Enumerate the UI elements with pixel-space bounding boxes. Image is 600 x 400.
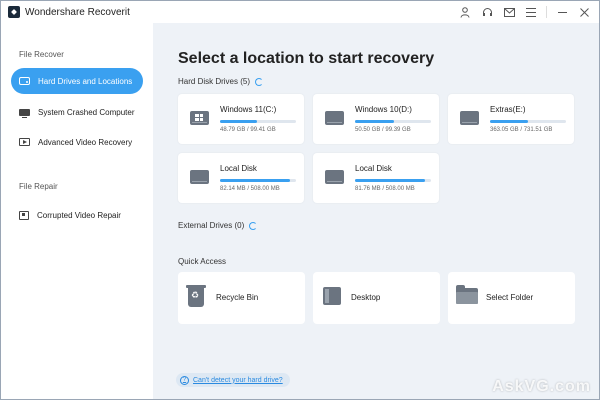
title-bar-separator <box>546 6 547 18</box>
video-icon <box>19 138 30 146</box>
folder-icon <box>456 285 478 304</box>
video-repair-icon <box>19 210 29 220</box>
drive-name: Local Disk <box>220 164 257 173</box>
sidebar-item-hard-drives[interactable]: Hard Drives and Locations <box>11 68 143 94</box>
drive-name: Windows 10(D:) <box>355 105 412 114</box>
drive-usage-bar <box>355 120 431 123</box>
hard-drive-icon <box>19 77 30 85</box>
sidebar-item-label: Corrupted Video Repair <box>37 210 121 220</box>
window-title: Wondershare Recoverit <box>25 6 130 18</box>
drive-size: 50.50 GB / 99.39 GB <box>355 127 411 133</box>
hard-drive-icon <box>460 111 479 125</box>
external-drives-label: External Drives (0) <box>178 221 245 230</box>
drive-name: Local Disk <box>355 164 392 173</box>
recycle-bin-icon <box>186 285 206 307</box>
title-bar-controls <box>454 1 595 23</box>
desktop-icon <box>323 287 341 305</box>
minimize-icon[interactable] <box>551 1 573 23</box>
monitor-icon <box>19 108 30 118</box>
recycle-bin-button[interactable]: Recycle Bin <box>178 272 305 324</box>
drive-size: 48.79 GB / 99.41 GB <box>220 127 276 133</box>
headset-icon[interactable] <box>476 1 498 23</box>
close-icon[interactable] <box>573 1 595 23</box>
sidebar-section-file-repair: File Repair <box>19 182 58 191</box>
quick-access-label-text: Recycle Bin <box>216 293 259 302</box>
mail-icon[interactable] <box>498 1 520 23</box>
drive-size: 363.05 GB / 731.51 GB <box>490 127 553 133</box>
sidebar-item-label: Advanced Video Recovery <box>38 137 133 147</box>
title-bar: Wondershare Recoverit <box>1 1 599 23</box>
sidebar-item-label: System Crashed Computer <box>38 107 135 117</box>
windows-logo-icon <box>195 114 203 121</box>
refresh-icon[interactable] <box>255 77 264 86</box>
drive-size: 82.14 MB / 508.00 MB <box>220 186 280 192</box>
quick-access-label-text: Desktop <box>351 293 381 302</box>
hard-drive-icon <box>325 111 344 125</box>
refresh-icon[interactable] <box>249 221 258 230</box>
desktop-button[interactable]: Desktop <box>313 272 440 324</box>
sidebar-item-advanced-video[interactable]: Advanced Video Recovery <box>11 129 143 155</box>
drive-card[interactable]: Local Disk 81.76 MB / 508.00 MB <box>313 153 439 203</box>
hard-drive-icon <box>190 111 209 125</box>
drive-usage-bar <box>220 120 296 123</box>
drive-card[interactable]: Windows 11(C:) 48.79 GB / 99.41 GB <box>178 94 304 144</box>
sidebar: File Recover Hard Drives and Locations S… <box>1 23 153 399</box>
app-logo-icon <box>8 6 20 18</box>
hard-disk-label: Hard Disk Drives (5) <box>178 77 251 86</box>
sidebar-section-file-recover: File Recover <box>19 50 64 59</box>
sidebar-item-label: Hard Drives and Locations <box>38 76 133 86</box>
menu-icon[interactable] <box>520 1 542 23</box>
quick-access-label-text: Select Folder <box>486 293 534 302</box>
drive-name: Extras(E:) <box>490 105 526 114</box>
sidebar-item-video-repair[interactable]: Corrupted Video Repair <box>11 202 143 228</box>
user-icon[interactable] <box>454 1 476 23</box>
drive-usage-bar <box>490 120 566 123</box>
page-title: Select a location to start recovery <box>178 50 435 67</box>
drive-usage-bar <box>220 179 296 182</box>
main-panel: Select a location to start recovery Hard… <box>153 23 599 399</box>
drive-usage-bar <box>355 179 431 182</box>
help-link[interactable]: ? Can't detect your hard drive? <box>176 373 290 387</box>
drive-card[interactable]: Extras(E:) 363.05 GB / 731.51 GB <box>448 94 574 144</box>
select-folder-button[interactable]: Select Folder <box>448 272 575 324</box>
drive-name: Windows 11(C:) <box>220 105 277 114</box>
hard-drive-icon <box>325 170 344 184</box>
watermark: AskVG.com <box>492 378 591 395</box>
drive-card[interactable]: Local Disk 82.14 MB / 508.00 MB <box>178 153 304 203</box>
external-section-label: External Drives (0) <box>178 221 258 230</box>
hard-drive-icon <box>190 170 209 184</box>
drive-size: 81.76 MB / 508.00 MB <box>355 186 415 192</box>
quick-access-label: Quick Access <box>178 257 227 266</box>
hard-disk-section-label: Hard Disk Drives (5) <box>178 77 264 86</box>
drive-card[interactable]: Windows 10(D:) 50.50 GB / 99.39 GB <box>313 94 439 144</box>
sidebar-item-system-crashed[interactable]: System Crashed Computer <box>11 99 143 125</box>
question-icon: ? <box>180 375 189 385</box>
help-link-text: Can't detect your hard drive? <box>193 376 283 384</box>
app-window: Wondershare Recoverit File Recover Hard … <box>0 0 600 400</box>
